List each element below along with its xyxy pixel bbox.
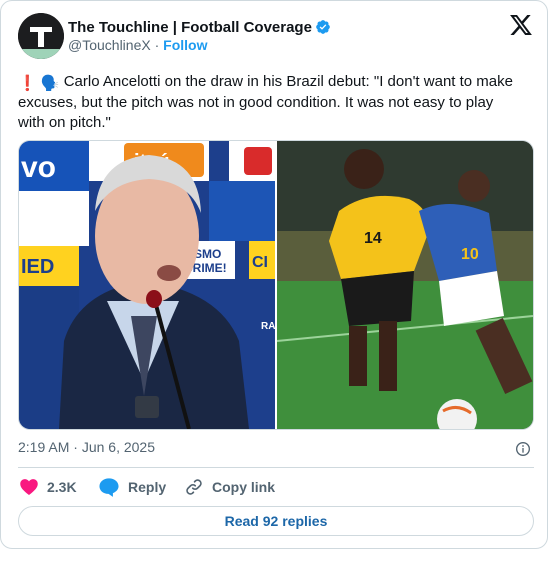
tweet-timestamp[interactable]: 2:19 AM · Jun 6, 2025 xyxy=(18,439,155,455)
meta-separator: · xyxy=(73,439,78,455)
exclamation-emoji: ❗ xyxy=(18,75,37,92)
divider xyxy=(18,467,534,468)
reply-button[interactable]: Reply xyxy=(98,476,166,498)
speaking-head-emoji: 🗣️ xyxy=(40,75,60,92)
reply-bubble-icon xyxy=(99,478,119,497)
heart-icon xyxy=(20,479,38,495)
backdrop-text-ra: RA xyxy=(261,321,275,332)
media-photo-right[interactable]: 14 10 xyxy=(276,141,533,429)
tweet-text: ❗ 🗣️ Carlo Ancelotti on the draw in his … xyxy=(18,72,524,132)
author-name-row[interactable]: The Touchline | Football Coverage xyxy=(68,17,331,37)
handle-separator: · xyxy=(154,37,160,53)
tweet-body: Carlo Ancelotti on the draw in his Brazi… xyxy=(18,73,513,131)
follow-button[interactable]: Follow xyxy=(163,37,207,53)
author-display-name[interactable]: The Touchline | Football Coverage xyxy=(68,19,312,36)
verified-badge-icon xyxy=(316,20,330,34)
shirt-number-10: 10 xyxy=(461,246,479,263)
tweet-time: 2:19 AM xyxy=(18,439,70,455)
backdrop-text-vo: vo xyxy=(21,151,56,184)
avatar[interactable] xyxy=(18,13,64,59)
like-count: 2.3K xyxy=(47,479,77,495)
reply-label: Reply xyxy=(128,479,167,495)
copy-link-button[interactable]: Copy link xyxy=(184,476,275,498)
info-icon[interactable] xyxy=(515,441,531,457)
tweet-media[interactable]: vo itaú IED CISMO CRIME! CI RA xyxy=(18,140,534,430)
shirt-number-14: 14 xyxy=(364,230,382,247)
author-handle-row: @TouchlineX · Follow xyxy=(68,37,207,53)
backdrop-text-ci: CI xyxy=(252,254,268,271)
link-icon xyxy=(186,479,202,495)
copy-link-label: Copy link xyxy=(212,479,276,495)
tweet-card: The Touchline | Football Coverage @Touch… xyxy=(0,0,548,549)
backdrop-text-ied: IED xyxy=(21,256,54,278)
read-replies-button[interactable]: Read 92 replies xyxy=(18,506,534,536)
author-handle[interactable]: @TouchlineX xyxy=(68,37,151,53)
like-button[interactable]: 2.3K xyxy=(19,476,77,498)
media-photo-left[interactable]: vo itaú IED CISMO CRIME! CI RA xyxy=(19,141,275,429)
tweet-date: Jun 6, 2025 xyxy=(81,439,155,455)
avatar-logo xyxy=(18,13,64,59)
x-logo-icon[interactable] xyxy=(510,15,532,35)
